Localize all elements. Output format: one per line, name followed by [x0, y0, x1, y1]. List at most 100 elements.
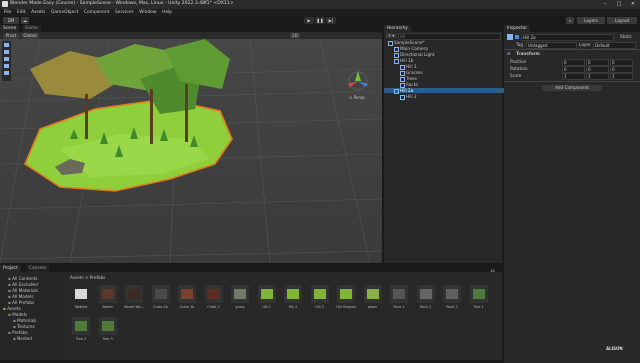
step-button[interactable]: ▶| [326, 17, 336, 24]
project-tree-item[interactable]: ▪ All Excluded [0, 282, 38, 287]
project-tree-item[interactable]: ▪ Nested [0, 336, 32, 341]
hierarchy-item[interactable]: Rocks [384, 82, 518, 88]
scene-viewport[interactable]: < Persp [0, 39, 382, 263]
hierarchy-item-label: Trees [406, 76, 417, 81]
pause-button[interactable]: ❚❚ [315, 17, 325, 24]
asset-item[interactable]: Hill 1 [256, 285, 278, 313]
menu-edit[interactable]: Edit [17, 9, 26, 16]
tab-project[interactable]: Project [0, 265, 21, 272]
rotation-y[interactable]: 0 [586, 66, 609, 73]
pivot-dropdown[interactable]: Pivot [3, 32, 19, 39]
minimize-button[interactable]: – [598, 0, 612, 9]
menu-component[interactable]: Component [84, 9, 110, 16]
hierarchy-item[interactable]: Hill 2a [384, 88, 512, 94]
project-tree-item[interactable]: ▪ Textures [0, 324, 35, 329]
asset-label: Hill Shaped [336, 305, 356, 309]
menu-file[interactable]: File [4, 9, 11, 16]
project-tree-item[interactable]: ▪ Assets [0, 306, 21, 311]
asset-count: 16 [490, 268, 495, 273]
menu-gameobject[interactable]: GameObject [51, 9, 78, 16]
project-tree-item[interactable]: ▪ Materials [0, 318, 36, 323]
menu-services[interactable]: Services [115, 9, 134, 16]
position-y[interactable]: 0 [586, 59, 609, 66]
asset-label: Crate 2 [207, 305, 220, 309]
prefab-preview-shape [260, 289, 273, 299]
rotation-z[interactable]: 0 [610, 66, 633, 73]
scale-z[interactable]: 1 [610, 73, 633, 80]
static-toggle[interactable]: Static [620, 34, 632, 39]
hierarchy-item[interactable]: Hill 1 [384, 64, 518, 70]
asset-item[interactable]: Tree 3 [97, 317, 119, 345]
asset-item[interactable]: Hill 2 [282, 285, 304, 313]
hierarchy-item[interactable]: Grasses [384, 70, 518, 76]
asset-item[interactable]: Rock 2 [415, 285, 437, 313]
asset-item[interactable]: Crate 1b [176, 285, 198, 313]
tab-inspector[interactable]: Inspector [504, 25, 531, 32]
add-object-button[interactable]: + ▾ [386, 33, 396, 38]
transform-header[interactable]: Transform [516, 51, 540, 56]
close-button[interactable]: ✕ [626, 0, 640, 9]
gameobject-icon [400, 94, 405, 100]
play-button[interactable]: ▶ [304, 17, 314, 24]
asset-item[interactable]: Crate 2 [203, 285, 225, 313]
menu-assets[interactable]: Assets [31, 9, 45, 16]
project-tree-item[interactable]: ▪ Models [0, 312, 27, 317]
menu-help[interactable]: Help [162, 9, 172, 16]
asset-item[interactable]: plank [362, 285, 384, 313]
layer-dropdown[interactable]: Default [593, 42, 636, 49]
cloud-icon[interactable]: ☁ [21, 17, 29, 24]
tab-hierarchy[interactable]: Hierarchy [384, 25, 411, 32]
hierarchy-search[interactable]: All [398, 33, 501, 40]
asset-item[interactable]: Rock 3 [441, 285, 463, 313]
asset-item[interactable]: Hill Shaped [335, 285, 357, 313]
position-label: Position [510, 59, 527, 64]
scale-x[interactable]: 1 [562, 73, 585, 80]
tab-console[interactable]: Console [26, 265, 50, 272]
asset-item[interactable]: Nested [70, 285, 92, 313]
asset-item[interactable]: Rock 1 [388, 285, 410, 313]
project-tree-label: Models [12, 312, 27, 317]
asset-item[interactable]: grass [229, 285, 251, 313]
hierarchy-item[interactable]: Main Camera [384, 46, 512, 52]
asset-item[interactable]: Barrel Wo... [123, 285, 145, 313]
account-button[interactable]: DM [3, 17, 19, 24]
scale-y[interactable]: 1 [586, 73, 609, 80]
object-name-field[interactable]: Hill 2a [521, 34, 614, 41]
asset-item[interactable]: Barrel [97, 285, 119, 313]
asset-item[interactable]: Hill 3 [309, 285, 331, 313]
hierarchy-item[interactable]: Hill 1b [384, 58, 512, 64]
2d-toggle[interactable]: 2D [290, 32, 300, 39]
prefab-thumbnail [98, 285, 117, 303]
rotation-x[interactable]: 0 [562, 66, 585, 73]
position-z[interactable]: 0 [610, 59, 633, 66]
search-icon[interactable]: ⌕ [566, 17, 574, 24]
layout-dropdown[interactable]: Layout [607, 17, 637, 24]
menu-bar: File Edit Assets GameObject Component Se… [0, 9, 640, 16]
prefab-preview-shape [313, 289, 326, 299]
asset-item[interactable]: Tree 2 [70, 317, 92, 345]
hierarchy-item[interactable]: SampleScene* [384, 40, 506, 46]
hierarchy-item[interactable]: Trees [384, 76, 518, 82]
project-tree-item[interactable]: ▪ All Contents [0, 276, 38, 281]
hierarchy-item[interactable]: Directional Light [384, 52, 512, 58]
prefab-thumbnail [72, 317, 90, 335]
breadcrumb[interactable]: Assets > Prefabs [70, 275, 105, 280]
position-x[interactable]: 0 [562, 59, 585, 66]
tab-game[interactable]: Game [22, 25, 41, 32]
active-checkbox[interactable] [515, 35, 519, 39]
menu-window[interactable]: Window [139, 9, 156, 16]
tab-scene[interactable]: Scene [0, 25, 20, 32]
tag-dropdown[interactable]: Untagged [526, 42, 577, 49]
maximize-button[interactable]: □ [612, 0, 626, 9]
layers-dropdown[interactable]: Layers [577, 17, 605, 24]
add-component-button[interactable]: Add Component [542, 85, 602, 91]
project-tree-item[interactable]: ▪ Prefabs [0, 330, 28, 335]
asset-item[interactable]: Crate 1b [150, 285, 172, 313]
project-tree-item[interactable]: ▪ All Prefabs [0, 300, 34, 305]
asset-item[interactable]: Tree 1 [468, 285, 490, 313]
project-tree-item[interactable]: ▪ All Materials [0, 288, 38, 293]
project-tree-item[interactable]: ▪ All Models [0, 294, 33, 299]
prefab-preview-shape [154, 289, 167, 299]
global-dropdown[interactable]: Global [21, 32, 39, 39]
hierarchy-item[interactable]: Hill 2 [384, 94, 518, 100]
